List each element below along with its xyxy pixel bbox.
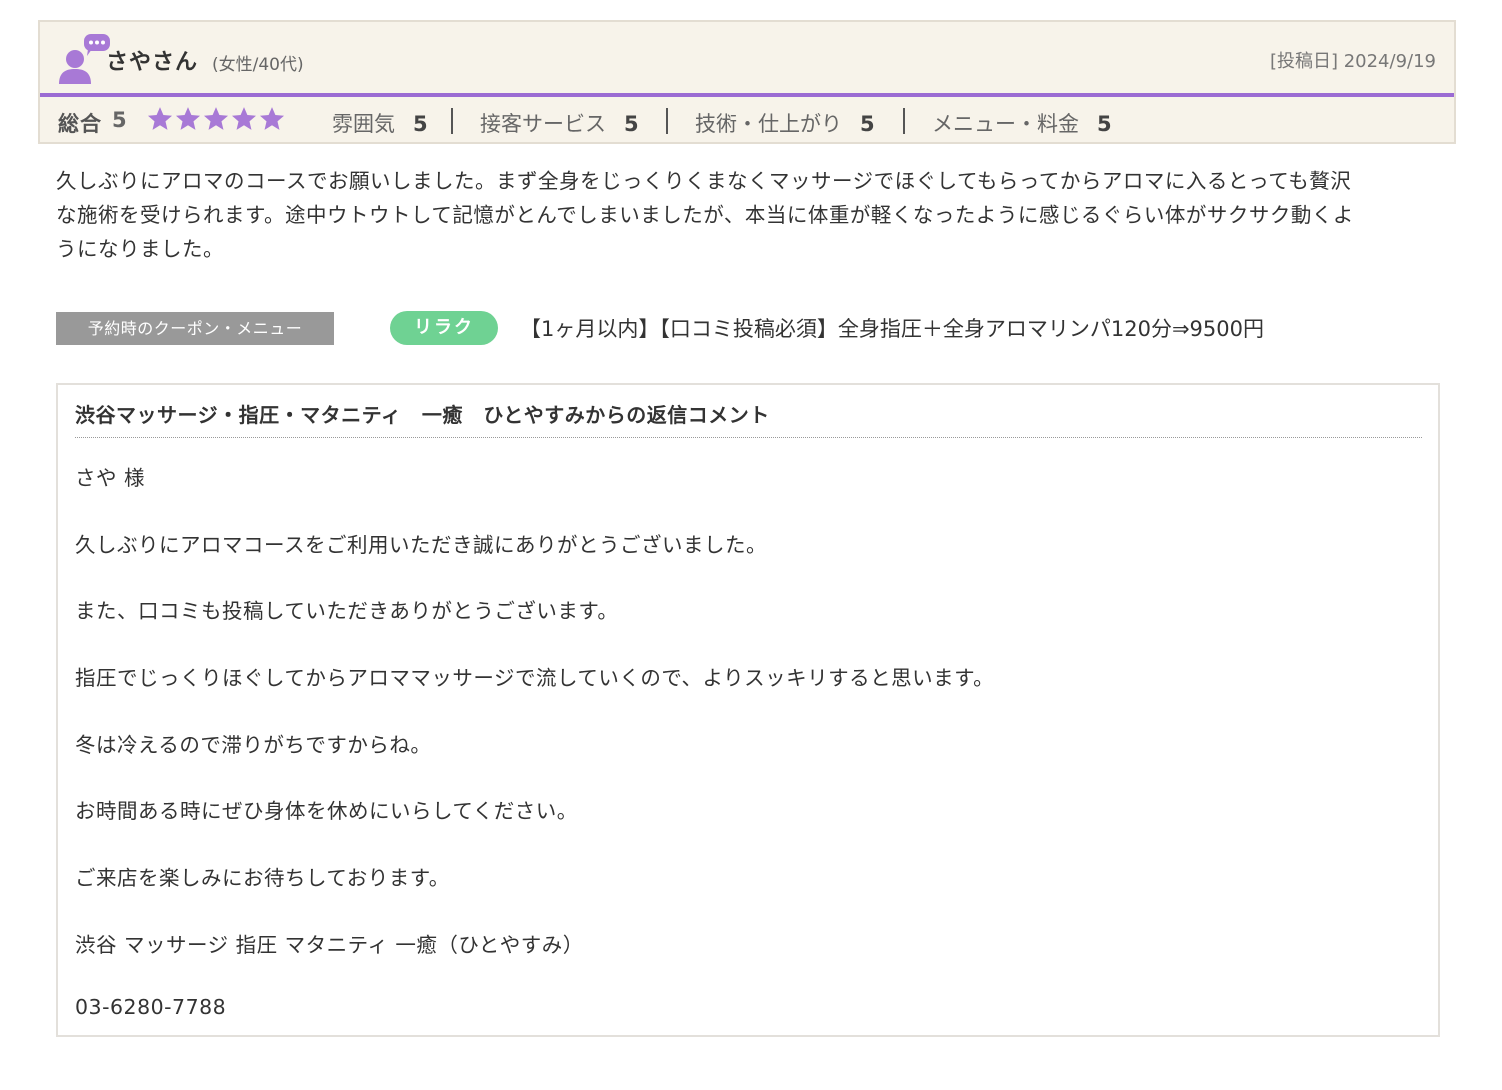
user-comment-icon [59, 34, 110, 84]
review-body: 久しぶりにアロマのコースでお願いしました。まず全身をじっくりくまなくマッサージで… [56, 164, 1446, 266]
review-body-line: な施術を受けられます。途中ウトウトして記憶がとんでしまいましたが、本当に体重が軽… [56, 203, 1354, 227]
rating-menu-price-value: 5 [1097, 112, 1112, 136]
reply-line: また、口コミも投稿していただきありがとうございます。 [75, 599, 619, 623]
rating-technique-label: 技術・仕上がり [695, 112, 842, 136]
rating-separator [451, 108, 453, 134]
rating-separator [903, 108, 905, 134]
coupon-menu-label: 予約時のクーポン・メニュー [56, 312, 334, 345]
reply-line: 久しぶりにアロマコースをご利用いただき誠にありがとうございました。 [75, 533, 767, 557]
reply-title: 渋谷マッサージ・指圧・マタニティ 一癒 ひとやすみからの返信コメント [75, 403, 770, 427]
rating-menu-price-label: メニュー・料金 [932, 112, 1079, 136]
rating-technique-value: 5 [860, 112, 875, 136]
reviewer-name: さやさん [106, 50, 199, 75]
star-icon [147, 107, 173, 130]
shop-phone-number[interactable]: 03-6280-7788 [75, 995, 226, 1019]
star-icon [231, 107, 257, 130]
rating-menu-price: メニュー・料金 5 [932, 108, 1112, 138]
star-icon [259, 107, 285, 130]
reviewer-demographics: (女性/40代) [212, 55, 304, 75]
rating-technique: 技術・仕上がり 5 [695, 108, 875, 138]
reply-line: 指圧でじっくりほぐしてからアロママッサージで流していくので、よりスッキリすると思… [75, 666, 995, 690]
review-body-line: 久しぶりにアロマのコースでお願いしました。まず全身をじっくりくまなくマッサージで… [56, 169, 1352, 193]
rating-atmosphere-label: 雰囲気 [332, 112, 395, 136]
review-header: さやさん (女性/40代) [投稿日] 2024/9/19 総合 5 雰囲気 5 … [38, 20, 1456, 144]
coupon-menu-text[interactable]: 【1ヶ月以内】【口コミ投稿必須】全身指圧＋全身アロマリンパ120分⇒9500円 [520, 313, 1264, 343]
reply-line: お時間ある時にぜひ身体を休めにいらしてください。 [75, 799, 578, 823]
overall-rating-label: 総合 [58, 112, 102, 136]
rating-service-label: 接客サービス [480, 112, 606, 136]
star-icon [175, 107, 201, 130]
rating-service: 接客サービス 5 [480, 108, 639, 138]
user-row: さやさん (女性/40代) [投稿日] 2024/9/19 [40, 22, 1454, 94]
rating-row: 総合 5 雰囲気 5 接客サービス 5 技術・仕上がり 5 メニュー・料金 5 [40, 97, 1454, 144]
rating-atmosphere: 雰囲気 5 [332, 108, 428, 138]
overall-rating-value: 5 [112, 108, 127, 132]
rating-service-value: 5 [624, 112, 639, 136]
rating-atmosphere-value: 5 [413, 112, 428, 136]
post-date: [投稿日] 2024/9/19 [1269, 51, 1436, 72]
relax-category-badge: リラク [390, 311, 498, 345]
reply-line: さや 様 [75, 466, 146, 490]
reply-line: ご来店を楽しみにお待ちしております。 [75, 866, 450, 890]
reply-line: 渋谷 マッサージ 指圧 マタニティ 一癒（ひとやすみ） [75, 933, 584, 957]
shop-reply-box: 渋谷マッサージ・指圧・マタニティ 一癒 ひとやすみからの返信コメント さや 様 … [56, 383, 1440, 1037]
reply-divider [75, 437, 1422, 438]
star-rating [146, 105, 286, 135]
review-body-line: うになりました。 [56, 237, 224, 261]
star-icon [203, 107, 229, 130]
reply-line: 冬は冷えるので滞りがちですからね。 [75, 733, 432, 757]
rating-separator [666, 108, 668, 134]
